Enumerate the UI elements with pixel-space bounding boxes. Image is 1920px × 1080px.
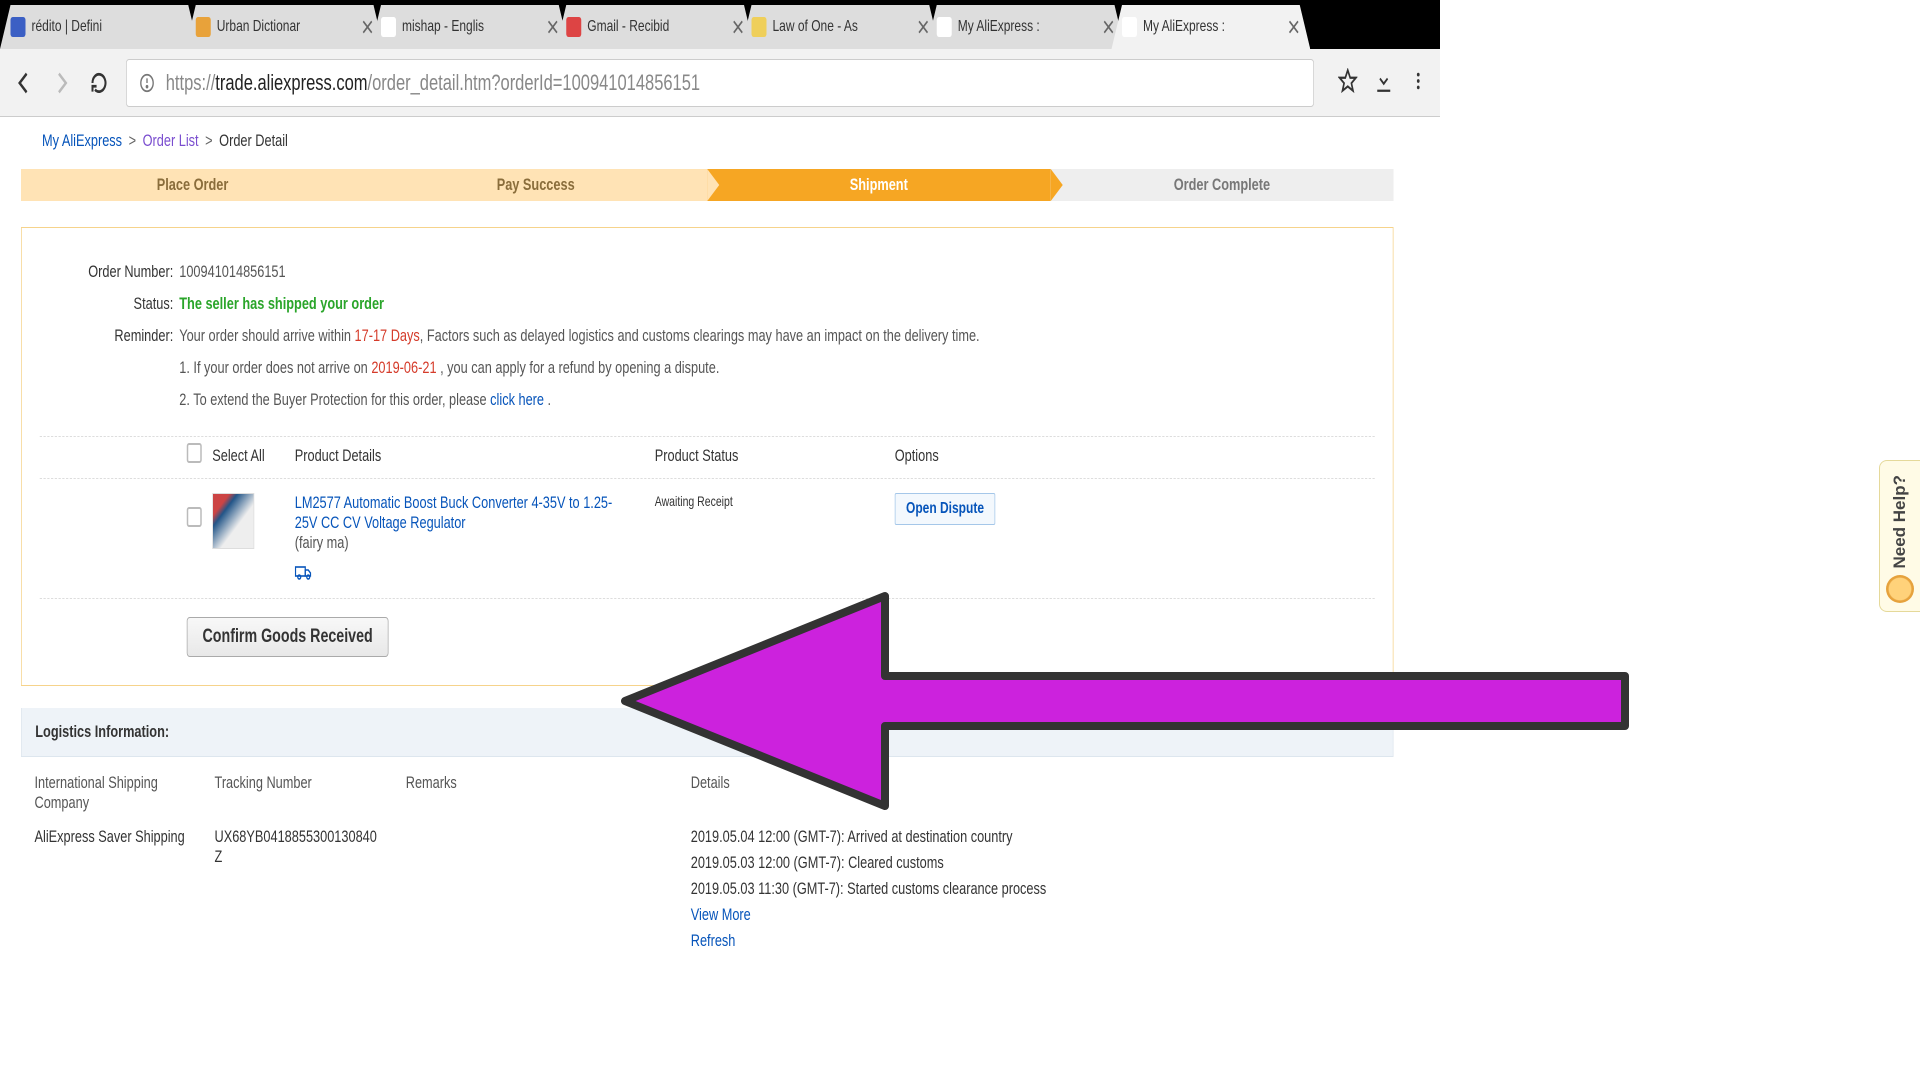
browser-tab[interactable]: mishap - Englis xyxy=(371,5,570,49)
browser-tab-active[interactable]: My AliExpress : xyxy=(1112,5,1311,49)
tab-title: Urban Dictionar xyxy=(217,18,357,36)
col-product-status: Product Status xyxy=(655,446,895,466)
view-more-link[interactable]: View More xyxy=(691,905,751,924)
col-product-details: Product Details xyxy=(295,446,655,466)
product-link[interactable]: LM2577 Automatic Boost Buck Converter 4-… xyxy=(295,493,618,533)
browser-tab[interactable]: rédito | Defini xyxy=(0,5,199,49)
tracking-event: 2019.05.04 12:00 (GMT-7): Arrived at des… xyxy=(691,827,1380,847)
truck-icon[interactable] xyxy=(295,563,313,584)
tracking-event: 2019.05.03 12:00 (GMT-7): Cleared custom… xyxy=(691,853,1380,873)
logistics-heading: Logistics Information: xyxy=(21,708,1394,757)
order-item-row: LM2577 Automatic Boost Buck Converter 4-… xyxy=(40,478,1375,599)
items-header: Select All Product Details Product Statu… xyxy=(40,436,1375,478)
progress-stepper: Place Order Pay Success Shipment Order C… xyxy=(21,169,1394,201)
favicon-icon xyxy=(566,17,581,37)
label-reminder: Reminder: xyxy=(40,320,180,352)
tab-title: Gmail - Recibid xyxy=(587,18,727,36)
favicon-icon xyxy=(196,17,211,37)
favicon-icon xyxy=(1122,17,1137,37)
col-shipping-company: International Shipping Company xyxy=(35,773,215,813)
tracking-event: 2019.05.03 11:30 (GMT-7): Started custom… xyxy=(691,879,1380,899)
reminder-text: Your order should arrive within 17-17 Da… xyxy=(179,320,979,352)
browser-toolbar: https://trade.aliexpress.com/order_detai… xyxy=(0,49,1440,117)
breadcrumb-current: Order Detail xyxy=(219,131,288,150)
breadcrumb-orderlist[interactable]: Order List xyxy=(143,131,199,150)
favicon-icon xyxy=(11,17,26,37)
favicon-icon xyxy=(937,17,952,37)
step-order-complete: Order Complete xyxy=(1050,169,1393,201)
tab-title: Law of One - As xyxy=(773,18,913,36)
reminder-line-2: 1. If your order does not arrive on 2019… xyxy=(179,352,979,384)
browser-tab[interactable]: Gmail - Recibid xyxy=(556,5,755,49)
col-select-all: Select All xyxy=(212,446,295,466)
close-icon[interactable] xyxy=(1288,19,1300,35)
back-icon[interactable] xyxy=(14,69,35,97)
page-content: My AliExpress > Order List > Order Detai… xyxy=(21,117,1394,973)
refresh-link[interactable]: Refresh xyxy=(691,931,736,950)
need-help-label: Need Help? xyxy=(1890,475,1910,569)
reload-icon[interactable] xyxy=(89,69,110,97)
col-details: Details xyxy=(691,773,1380,813)
browser-tab[interactable]: Urban Dictionar xyxy=(185,5,384,49)
help-avatar-icon xyxy=(1886,575,1914,603)
browser-tabstrip: rédito | Defini Urban Dictionar mishap -… xyxy=(0,0,1440,49)
browser-tab[interactable]: Law of One - As xyxy=(741,5,940,49)
label-status: Status: xyxy=(40,288,180,320)
order-info-box: Order Number: 100941014856151 Status: Th… xyxy=(21,227,1394,686)
item-status: Awaiting Receipt xyxy=(655,493,895,509)
col-options: Options xyxy=(895,446,1375,466)
tab-title: rédito | Defini xyxy=(32,18,189,36)
extend-protection-link[interactable]: click here xyxy=(490,390,544,409)
step-place-order: Place Order xyxy=(21,169,364,201)
menu-icon[interactable] xyxy=(1410,70,1427,95)
tracking-details: 2019.05.04 12:00 (GMT-7): Arrived at des… xyxy=(691,827,1380,957)
close-icon[interactable] xyxy=(732,19,744,35)
label-order-number: Order Number: xyxy=(40,256,180,288)
need-help-tab[interactable]: Need Help? xyxy=(1879,460,1920,612)
step-pay-success: Pay Success xyxy=(364,169,707,201)
favicon-icon xyxy=(381,17,396,37)
order-number: 100941014856151 xyxy=(179,256,979,288)
url-text: https://trade.aliexpress.com/order_detai… xyxy=(166,70,700,96)
browser-tab[interactable]: My AliExpress : xyxy=(926,5,1125,49)
close-icon[interactable] xyxy=(1103,19,1115,35)
address-bar[interactable]: https://trade.aliexpress.com/order_detai… xyxy=(126,59,1314,107)
tab-title: mishap - Englis xyxy=(402,18,542,36)
bookmark-icon[interactable] xyxy=(1338,68,1358,97)
step-shipment: Shipment xyxy=(707,169,1050,201)
forward-icon[interactable] xyxy=(51,69,72,97)
col-remarks: Remarks xyxy=(406,773,691,813)
confirm-goods-received-button[interactable]: Confirm Goods Received xyxy=(187,617,389,657)
tracking-number: UX68YB0418855300130840Z xyxy=(215,827,406,867)
close-icon[interactable] xyxy=(362,19,374,35)
item-checkbox[interactable] xyxy=(187,507,202,527)
shipping-company: AliExpress Saver Shipping xyxy=(35,827,215,847)
tab-title: My AliExpress : xyxy=(958,18,1098,36)
download-icon[interactable] xyxy=(1374,68,1394,97)
select-all-checkbox[interactable] xyxy=(187,443,202,463)
tabs: rédito | Defini Urban Dictionar mishap -… xyxy=(0,3,1440,49)
col-tracking-number: Tracking Number xyxy=(215,773,406,813)
favicon-icon xyxy=(752,17,767,37)
close-icon[interactable] xyxy=(547,19,559,35)
reminder-line-3: 2. To extend the Buyer Protection for th… xyxy=(179,384,979,416)
tab-title: My AliExpress : xyxy=(1143,18,1283,36)
breadcrumb-root[interactable]: My AliExpress xyxy=(42,131,122,150)
product-thumbnail[interactable] xyxy=(212,493,254,549)
order-status: The seller has shipped your order xyxy=(179,288,979,320)
logistics-table: International Shipping Company Tracking … xyxy=(21,757,1394,973)
open-dispute-button[interactable]: Open Dispute xyxy=(895,493,996,525)
close-icon[interactable] xyxy=(917,19,929,35)
breadcrumb: My AliExpress > Order List > Order Detai… xyxy=(42,131,1394,151)
seller-name: (fairy ma) xyxy=(295,533,655,553)
